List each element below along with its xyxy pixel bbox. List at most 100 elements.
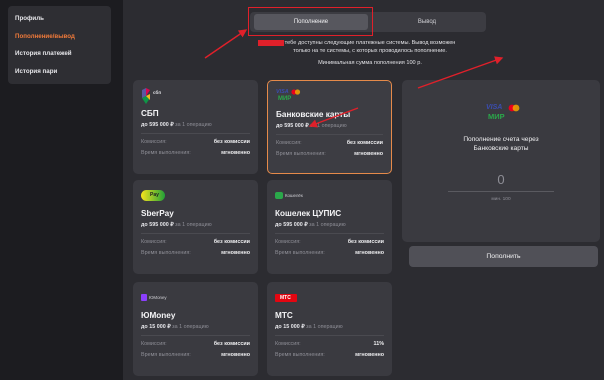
wallet-icon [275, 192, 283, 199]
mastercard-icon [291, 89, 301, 95]
card-limit-note: за 1 операцию [310, 123, 347, 129]
exec-time-label: Время выполнения: [141, 150, 191, 156]
deposit-panel: VISA МИР Пополнение счета через Банковск… [402, 80, 600, 242]
panel-mir-logo: МИР [488, 112, 505, 121]
exec-time-label: Время выполнения: [276, 151, 326, 157]
exec-time-label: Время выполнения: [275, 250, 325, 256]
exec-time-value: мгновенно [354, 151, 383, 157]
exec-time-value: мгновенно [221, 352, 250, 358]
card-divider [276, 134, 383, 135]
yoomoney-logo: ЮMoney [141, 290, 250, 306]
panel-title-line-2: Банковские карты [473, 144, 529, 152]
annotation-highlight-box [248, 7, 373, 36]
card-limit-note: за 1 операцию [306, 324, 343, 330]
sbp-logo-text: сбп [153, 90, 162, 95]
card-title: Банковские карты [276, 110, 351, 119]
payment-card-sbp[interactable]: сбп СБП до 595 000 ₽ за 1 операцию Комис… [133, 80, 258, 174]
tab-withdraw[interactable]: Вывод [372, 14, 482, 30]
annotation-redaction [258, 40, 284, 46]
exec-time-value: мгновенно [355, 250, 384, 256]
payment-card-bank-cards[interactable]: VISA МИР Банковские карты до 595 000 ₽ з… [267, 80, 392, 174]
card-title: SberPay [141, 209, 174, 218]
card-commission-row: Комиссия: без комиссии [141, 341, 250, 347]
card-limit: до 595 000 ₽ за 1 операцию [276, 123, 383, 129]
card-commission-row: Комиссия: без комиссии [141, 239, 250, 245]
card-limit-value: до 595 000 ₽ [276, 123, 309, 129]
card-time-row: Время выполнения: мгновенно [276, 151, 383, 157]
card-title: Кошелек ЦУПИС [275, 209, 342, 218]
sidebar-item-payment-history[interactable]: История платежей [8, 45, 111, 63]
visa-mir-logo: VISA МИР [276, 89, 383, 105]
sidebar-item-bet-history[interactable]: История пари [8, 63, 111, 81]
sberpay-logo: Pay [141, 188, 250, 204]
amount-underline [448, 191, 554, 192]
card-title: ЮMoney [141, 311, 176, 320]
cupis-logo-text: Кошелёк [285, 193, 303, 198]
mts-logo-text: МТС [280, 295, 291, 301]
card-divider [141, 335, 250, 336]
commission-value: 11% [373, 341, 385, 347]
payment-card-mts[interactable]: МТС МТС до 15 000 ₽ за 1 операцию Комисс… [267, 282, 392, 376]
info-line-2: только на те системы, с которых проводил… [293, 47, 447, 54]
card-commission-row: Комиссия: без комиссии [276, 140, 383, 146]
commission-value: без комиссии [346, 140, 383, 146]
commission-label: Комиссия: [141, 139, 167, 145]
commission-value: без комиссии [213, 341, 250, 347]
card-divider [141, 233, 250, 234]
visa-logo-text: VISA [276, 89, 289, 95]
sidebar-menu: Профиль Пополнение/вывод История платеже… [8, 6, 111, 84]
sbp-logo: сбп [141, 88, 250, 104]
commission-label: Комиссия: [276, 140, 302, 146]
exec-time-label: Время выполнения: [141, 352, 191, 358]
card-limit: до 595 000 ₽ за 1 операцию [141, 122, 250, 128]
card-divider [275, 335, 384, 336]
exec-time-value: мгновенно [221, 250, 250, 256]
card-limit-value: до 15 000 ₽ [275, 324, 305, 330]
commission-label: Комиссия: [141, 341, 167, 347]
card-time-row: Время выполнения: мгновенно [141, 250, 250, 256]
card-limit-value: до 595 000 ₽ [141, 122, 174, 128]
mts-logo: МТС [275, 290, 384, 306]
deposit-submit-button[interactable]: Пополнить [409, 246, 598, 267]
card-time-row: Время выполнения: мгновенно [275, 352, 384, 358]
sidebar-item-deposit-withdraw[interactable]: Пополнение/вывод [8, 28, 111, 46]
sberpay-logo-text: Pay [150, 192, 159, 198]
card-limit: до 595 000 ₽ за 1 операцию [275, 222, 384, 228]
exec-time-label: Время выполнения: [275, 352, 325, 358]
card-time-row: Время выполнения: мгновенно [141, 150, 250, 156]
exec-time-label: Время выполнения: [141, 250, 191, 256]
min-deposit-text: Минимальная сумма пополнения 100 р. [318, 60, 422, 66]
card-limit-note: за 1 операцию [175, 122, 212, 128]
card-limit-note: за 1 операцию [309, 222, 346, 228]
amount-input[interactable]: 0 [402, 172, 600, 187]
card-divider [275, 233, 384, 234]
panel-visa-logo: VISA [486, 104, 503, 111]
card-divider [141, 133, 250, 134]
cupis-logo: Кошелёк [275, 188, 384, 204]
yoomoney-icon [141, 294, 147, 301]
card-limit: до 15 000 ₽ за 1 операцию [141, 324, 250, 330]
payment-card-yoomoney[interactable]: ЮMoney ЮMoney до 15 000 ₽ за 1 операцию … [133, 282, 258, 376]
commission-value: без комиссии [213, 239, 250, 245]
card-commission-row: Комиссия: без комиссии [275, 239, 384, 245]
card-limit-note: за 1 операцию [175, 222, 212, 228]
card-commission-row: Комиссия: 11% [275, 341, 384, 347]
mir-logo-text: МИР [278, 96, 292, 102]
card-time-row: Время выполнения: мгновенно [275, 250, 384, 256]
commission-label: Комиссия: [141, 239, 167, 245]
panel-title-line-1: Пополнение счета через [463, 136, 539, 143]
commission-label: Комиссия: [275, 341, 301, 347]
card-limit-value: до 595 000 ₽ [275, 222, 308, 228]
payment-card-cupis[interactable]: Кошелёк Кошелек ЦУПИС до 595 000 ₽ за 1 … [267, 180, 392, 274]
card-commission-row: Комиссия: без комиссии [141, 139, 250, 145]
card-limit: до 15 000 ₽ за 1 операцию [275, 324, 384, 330]
commission-label: Комиссия: [275, 239, 301, 245]
card-limit-note: за 1 операцию [172, 324, 209, 330]
exec-time-value: мгновенно [221, 150, 250, 156]
card-limit-value: до 15 000 ₽ [141, 324, 171, 330]
panel-mastercard-icon [508, 104, 520, 112]
payment-card-sberpay[interactable]: Pay SberPay до 595 000 ₽ за 1 операцию К… [133, 180, 258, 274]
sidebar-item-profile[interactable]: Профиль [8, 10, 111, 28]
commission-value: без комиссии [213, 139, 250, 145]
card-title: МТС [275, 311, 293, 320]
